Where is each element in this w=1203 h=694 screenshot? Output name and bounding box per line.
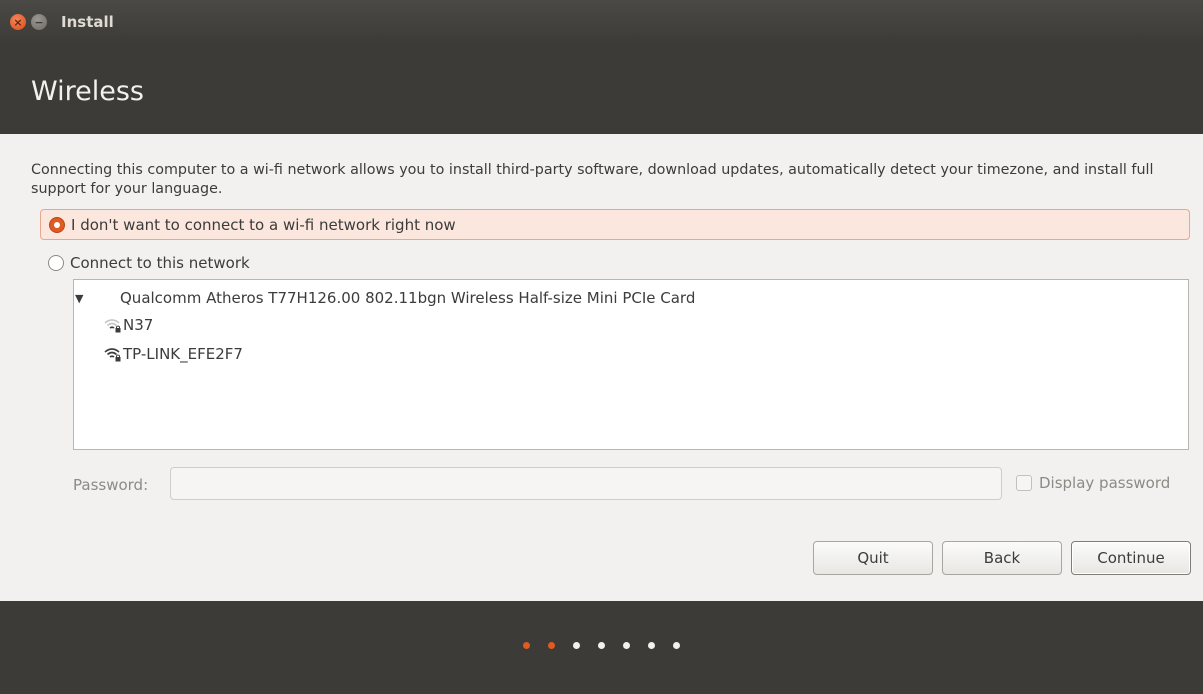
display-password-checkbox[interactable]: [1016, 475, 1032, 491]
progress-dot: [673, 642, 680, 649]
adapter-row[interactable]: ▼ Qualcomm Atheros T77H126.00 802.11bgn …: [74, 285, 695, 311]
progress-dot: [598, 642, 605, 649]
option-no-wifi-label: I don't want to connect to a wi-fi netwo…: [71, 215, 456, 234]
network-list[interactable]: ▼ Qualcomm Atheros T77H126.00 802.11bgn …: [73, 279, 1189, 450]
network-ssid: TP-LINK_EFE2F7: [123, 345, 243, 363]
option-no-wifi[interactable]: I don't want to connect to a wi-fi netwo…: [40, 209, 1190, 240]
progress-dot: [648, 642, 655, 649]
continue-button[interactable]: Continue: [1071, 541, 1191, 575]
title-bar: × − Install: [0, 0, 1203, 44]
minimize-icon[interactable]: −: [31, 14, 47, 30]
wifi-weak-locked-icon: [104, 319, 121, 333]
option-connect-network-label: Connect to this network: [70, 253, 250, 272]
progress-dots: [514, 642, 689, 649]
option-connect-network[interactable]: Connect to this network: [40, 247, 1190, 278]
progress-dot: [573, 642, 580, 649]
password-field[interactable]: [170, 467, 1002, 500]
back-button[interactable]: Back: [942, 541, 1062, 575]
intro-text: Connecting this computer to a wi-fi netw…: [31, 162, 1154, 197]
triangle-down-icon[interactable]: ▼: [75, 292, 87, 305]
window-title: Install: [61, 13, 114, 31]
main-content: Connecting this computer to a wi-fi netw…: [0, 134, 1203, 601]
quit-button[interactable]: Quit: [813, 541, 933, 575]
page-title: Wireless: [31, 76, 144, 107]
display-password-label: Display password: [1039, 474, 1171, 492]
close-icon[interactable]: ×: [10, 14, 26, 30]
progress-dot: [523, 642, 530, 649]
password-label: Password:: [73, 476, 149, 494]
progress-dot: [623, 642, 630, 649]
page-header: Wireless: [0, 44, 1203, 134]
network-ssid: N37: [123, 316, 154, 334]
display-password-toggle[interactable]: Display password: [1016, 474, 1170, 492]
network-item-tp-link[interactable]: TP-LINK_EFE2F7: [104, 341, 243, 367]
network-item-n37[interactable]: N37: [104, 312, 153, 338]
wifi-strong-locked-icon: [104, 348, 121, 362]
footer: [0, 601, 1203, 694]
radio-unselected-icon[interactable]: [48, 254, 64, 271]
radio-selected-icon[interactable]: [49, 216, 65, 233]
adapter-label: Qualcomm Atheros T77H126.00 802.11bgn Wi…: [120, 289, 696, 307]
progress-dot: [548, 642, 555, 649]
